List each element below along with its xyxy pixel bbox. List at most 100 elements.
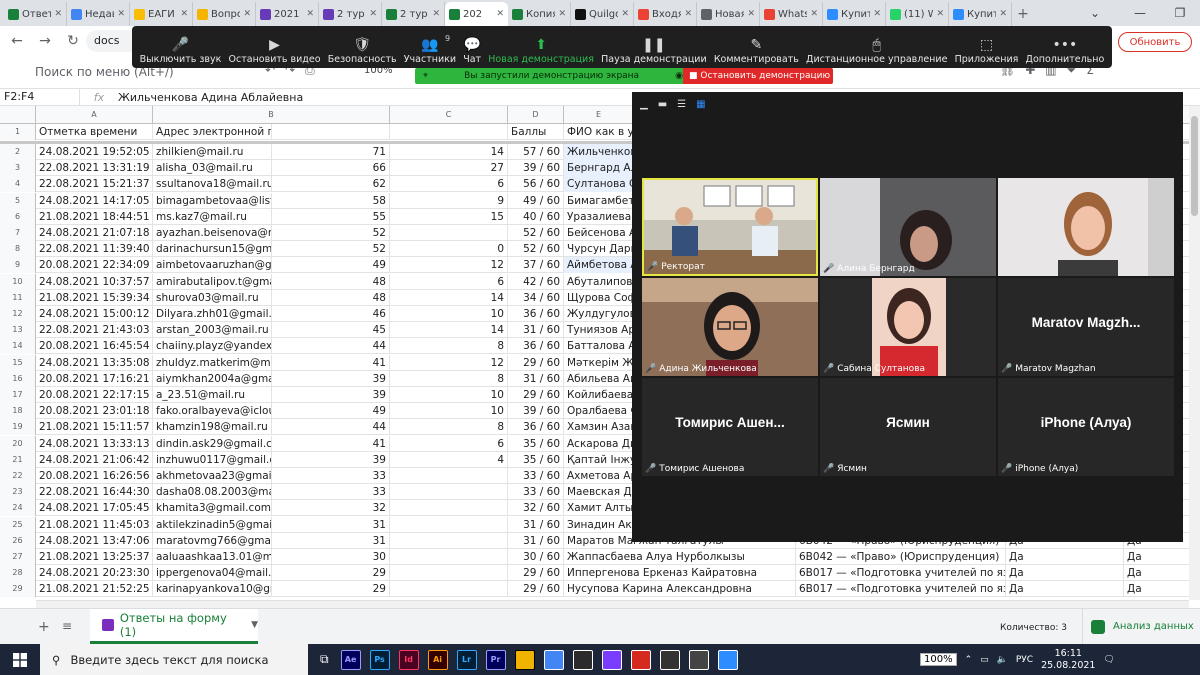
browser-tab[interactable]: Новая ✕ <box>697 2 760 26</box>
row-number[interactable]: 8 <box>0 241 36 258</box>
row-number[interactable]: 24 <box>0 500 36 517</box>
table-cell[interactable]: 22.08.2021 15:21:37 <box>36 176 153 193</box>
table-cell[interactable]: 14 <box>390 144 508 160</box>
strip-view-icon[interactable]: ☰ <box>677 99 686 110</box>
stop-share-button[interactable]: ■ Остановить демонстрацию <box>683 68 833 84</box>
windows-start-icon[interactable] <box>0 644 40 675</box>
table-cell[interactable]: 21.08.2021 13:25:37 <box>36 549 153 565</box>
table-cell[interactable]: 31 / 60 <box>508 370 564 387</box>
table-cell[interactable]: 14 <box>390 322 508 339</box>
table-cell[interactable]: 6 <box>390 176 508 193</box>
column-letter[interactable]: E <box>564 106 634 124</box>
participant-tile[interactable]: Maratov Magzh... 🎤 Maratov Magzhan <box>998 278 1174 376</box>
table-cell[interactable]: 6В017 — «Подготовка учителей по языкам <box>796 565 1006 582</box>
table-cell[interactable]: Нусупова Карина Александровна <box>564 581 796 598</box>
table-cell[interactable]: aktilekzinadin5@gmail.com <box>153 516 272 533</box>
tab-close-icon[interactable]: ✕ <box>810 9 818 19</box>
row-number[interactable]: 25 <box>0 516 36 533</box>
table-cell[interactable]: a_23.51@mail.ru <box>153 387 272 403</box>
table-cell[interactable]: Да <box>1124 565 1194 582</box>
table-cell[interactable]: zhuldyz.matkerim@mail.ru <box>153 354 272 371</box>
browser-tab[interactable]: 202 ✕ <box>445 2 508 26</box>
row-number[interactable]: 14 <box>0 338 36 355</box>
table-cell[interactable]: 24.08.2021 20:23:30 <box>36 565 153 582</box>
table-cell[interactable]: 6В042 — «Право» (Юриспруденция) <box>796 549 1006 565</box>
taskbar-app-icon[interactable]: Ps <box>369 649 390 670</box>
language-indicator[interactable]: РУС <box>1016 655 1033 665</box>
row-number[interactable]: 11 <box>0 289 36 306</box>
row-number[interactable]: 5 <box>0 192 36 209</box>
add-sheet-icon[interactable]: + <box>38 619 50 635</box>
table-cell[interactable]: 14 <box>390 289 508 306</box>
table-cell[interactable] <box>390 484 508 501</box>
taskbar-search[interactable]: ⚲ Введите здесь текст для поиска <box>40 644 308 675</box>
browser-tab[interactable]: 2021 1✕ <box>256 2 319 26</box>
table-cell[interactable]: dasha08.08.2003@mail.ru <box>153 484 272 501</box>
tab-close-icon[interactable]: ✕ <box>432 9 440 19</box>
column-header-cell[interactable]: Адрес электронной почты <box>153 124 272 140</box>
browser-tab[interactable]: Недавн✕ <box>67 2 130 26</box>
table-cell[interactable]: khamita3@gmail.com <box>153 500 272 517</box>
speaker-view-icon[interactable]: ▬ <box>658 99 667 110</box>
zoom-toolbar-button[interactable]: 👥 9 Участники <box>404 34 456 65</box>
participant-tile[interactable]: 🎤 Алина Бернгард <box>820 178 996 276</box>
explore-button[interactable]: Анализ данных <box>1082 609 1200 644</box>
table-cell[interactable]: amirabutalipov.t@gmail.com <box>153 273 272 290</box>
browser-tab[interactable]: Вопрос✕ <box>193 2 256 26</box>
table-cell[interactable]: shurova03@mail.ru <box>153 289 272 306</box>
table-cell[interactable]: aiymkhan2004a@gmail.com <box>153 370 272 387</box>
browser-tab[interactable]: Купите✕ <box>823 2 886 26</box>
table-cell[interactable]: Да <box>1124 549 1194 565</box>
row-number[interactable]: 10 <box>0 273 36 290</box>
row-number[interactable]: 6 <box>0 208 36 225</box>
table-cell[interactable]: 36 / 60 <box>508 338 564 355</box>
table-cell[interactable]: 21.08.2021 15:39:34 <box>36 289 153 306</box>
participant-tile[interactable]: iPhone (Алуа) 🎤 iPhone (Алуа) <box>998 378 1174 476</box>
table-cell[interactable]: 21.08.2021 18:44:51 <box>36 208 153 225</box>
table-cell[interactable]: 52 / 60 <box>508 241 564 258</box>
tab-close-icon[interactable]: ✕ <box>117 9 125 19</box>
table-cell[interactable]: 33 <box>272 468 390 484</box>
table-cell[interactable]: 21.08.2021 11:45:03 <box>36 516 153 533</box>
row-number[interactable]: 29 <box>0 581 36 598</box>
table-cell[interactable]: 20.08.2021 16:45:54 <box>36 338 153 355</box>
table-cell[interactable]: 52 <box>272 225 390 241</box>
table-cell[interactable]: 66 <box>272 160 390 177</box>
table-cell[interactable]: 29 / 60 <box>508 565 564 582</box>
table-cell[interactable]: 41 <box>272 435 390 452</box>
table-cell[interactable]: 24.08.2021 13:47:06 <box>36 532 153 549</box>
table-cell[interactable]: 20.08.2021 16:26:56 <box>36 468 153 484</box>
taskbar-app-icon[interactable]: Ai <box>427 649 448 670</box>
table-cell[interactable]: 29 / 60 <box>508 387 564 403</box>
table-cell[interactable]: 33 / 60 <box>508 468 564 484</box>
browser-tab[interactable]: Quilgo ✕ <box>571 2 634 26</box>
row-number[interactable]: 19 <box>0 419 36 436</box>
participant-tile[interactable]: 🎤 Ректорат <box>642 178 818 276</box>
table-cell[interactable]: 32 <box>272 500 390 517</box>
zoom-toolbar-button[interactable]: ▶ Остановить видео <box>229 36 321 65</box>
table-cell[interactable]: 35 / 60 <box>508 451 564 468</box>
table-cell[interactable]: Жаппасбаева Алуа Нурболкызы <box>564 549 796 565</box>
row-number[interactable]: 20 <box>0 435 36 452</box>
table-cell[interactable]: 10 <box>390 306 508 322</box>
table-cell[interactable]: ssultanova18@mail.ru <box>153 176 272 193</box>
table-cell[interactable]: aaluaashkaa13.01@mail.ru <box>153 549 272 565</box>
table-cell[interactable]: 36 / 60 <box>508 306 564 322</box>
tab-close-icon[interactable]: ✕ <box>621 9 629 19</box>
pin-icon[interactable]: ⌖ <box>423 71 428 81</box>
table-cell[interactable]: 41 <box>272 354 390 371</box>
taskbar-app-icon[interactable] <box>717 649 738 670</box>
table-cell[interactable]: 24.08.2021 14:17:05 <box>36 192 153 209</box>
table-cell[interactable]: 52 <box>272 241 390 258</box>
row-number[interactable]: 16 <box>0 370 36 387</box>
table-cell[interactable]: Иппергенова Еркеназ Кайратовна <box>564 565 796 582</box>
zoom-toolbar-button[interactable]: 🖱 Дистанционное управление <box>806 36 947 65</box>
table-cell[interactable]: Да <box>1006 565 1124 582</box>
tab-search-icon[interactable]: ⌄ <box>1075 0 1115 26</box>
row-number[interactable]: 12 <box>0 306 36 322</box>
table-cell[interactable]: 32 / 60 <box>508 500 564 517</box>
browser-tab[interactable]: Ответы✕ <box>4 2 67 26</box>
notifications-icon[interactable]: 🗨 <box>1103 655 1114 665</box>
reload-icon[interactable]: ↻ <box>66 33 80 49</box>
table-cell[interactable] <box>390 532 508 549</box>
